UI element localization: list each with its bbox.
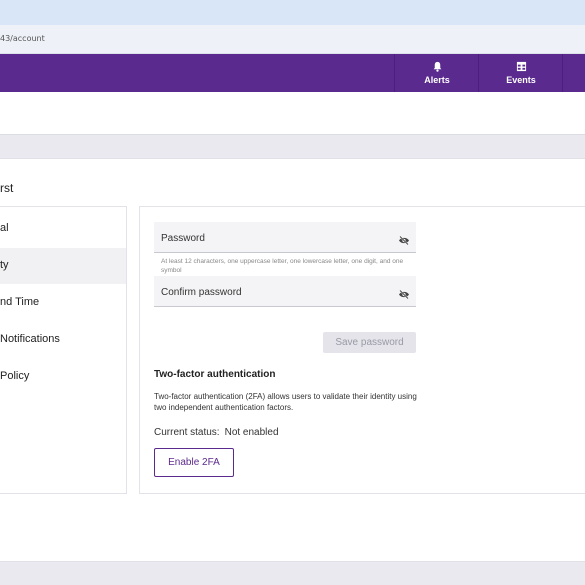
top-navbar: Alerts Events [0, 54, 585, 92]
security-content: Password At least 12 characters, one upp… [139, 206, 585, 494]
two-factor-status: Current status: Not enabled [154, 427, 279, 438]
url-text: 43/account [0, 34, 45, 43]
alerts-label: Alerts [424, 75, 450, 85]
sidebar-item-label: nd Time [0, 296, 40, 308]
account-panel: rst al ty nd Time Notifications Policy P… [0, 158, 585, 562]
sidebar-item-label: al [0, 222, 9, 234]
sidebar-item-security[interactable]: ty [0, 248, 126, 284]
browser-tab-strip [0, 0, 585, 25]
sidebar-item-policy[interactable]: Policy [0, 359, 126, 395]
sidebar-item-notifications[interactable]: Notifications [0, 322, 126, 358]
sidebar-item-label: Notifications [0, 333, 60, 345]
password-label: Password [161, 233, 205, 244]
enable-2fa-button[interactable]: Enable 2FA [154, 448, 234, 477]
password-field[interactable]: Password [154, 222, 416, 253]
sidebar-item-label: Policy [0, 370, 30, 382]
status-value: Not enabled [224, 427, 279, 438]
confirm-password-label: Confirm password [161, 287, 242, 298]
address-bar[interactable]: 43/account [0, 25, 585, 54]
sidebar-item-general[interactable]: al [0, 211, 126, 247]
alerts-button[interactable]: Alerts [394, 54, 479, 92]
sidebar-item-label: ty [0, 259, 9, 271]
page-title: rst [0, 181, 14, 195]
eye-off-icon[interactable] [398, 232, 410, 250]
status-label: Current status: [154, 427, 220, 438]
two-factor-title: Two-factor authentication [154, 369, 276, 380]
bell-icon [433, 61, 441, 72]
two-factor-description: Two-factor authentication (2FA) allows u… [154, 392, 417, 412]
more-nav-button[interactable] [562, 54, 585, 92]
table-icon [516, 61, 526, 72]
password-hint: At least 12 characters, one uppercase le… [161, 258, 404, 274]
sidebar-item-date-and-time[interactable]: nd Time [0, 285, 126, 321]
settings-sidebar: al ty nd Time Notifications Policy [0, 206, 127, 494]
events-button[interactable]: Events [478, 54, 563, 92]
page-subheader [0, 92, 585, 135]
save-password-button[interactable]: Save password [323, 332, 416, 353]
events-label: Events [506, 75, 536, 85]
confirm-password-field[interactable]: Confirm password [154, 276, 416, 307]
eye-off-icon[interactable] [398, 286, 410, 304]
